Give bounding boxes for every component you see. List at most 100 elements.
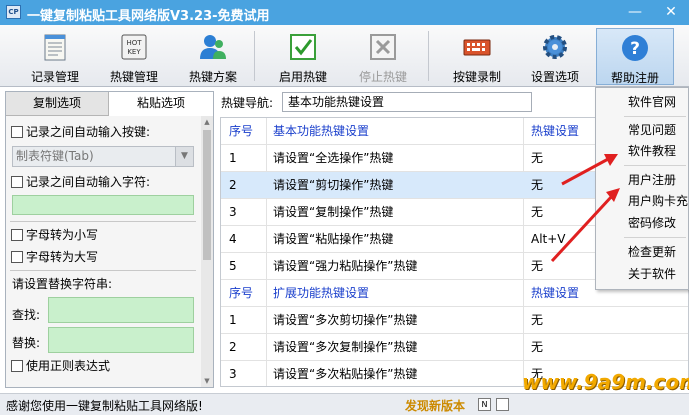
auto-key-checkbox[interactable]: 记录之间自动输入按键: [11,124,150,140]
row-hotkey: 无 [531,151,544,165]
checkbox-box[interactable] [11,229,23,241]
col-index-header: 序号 [229,124,254,138]
options-scrollbar[interactable]: ▲ ▼ [201,116,213,387]
col-hotkey-header: 热键设置 [531,286,580,300]
col-function-header: 扩展功能热键设置 [273,286,370,300]
checkbox-box[interactable] [11,126,23,138]
auto-key-select[interactable]: 制表符键(Tab) ▼ [12,146,194,167]
help-register-label: 帮助注册 [610,71,659,85]
replace-label: 替换: [12,336,41,350]
uppercase-checkbox[interactable]: 字母转为大写 [11,249,98,265]
chevron-down-icon[interactable]: ▼ [175,147,193,166]
row-hotkey: 无 [531,340,544,354]
key-record-label: 按键录制 [452,70,501,84]
help-register-button[interactable]: ? 帮助注册 [596,28,674,85]
find-label: 查找: [12,308,41,322]
menu-separator [624,237,686,238]
col-hotkey-header: 热键设置 [531,124,580,138]
replace-heading: 请设置替换字符串: [12,277,113,291]
auto-char-checkbox[interactable]: 记录之间自动输入字符: [11,174,150,190]
row-hotkey: 无 [531,313,544,327]
row-index: 1 [229,151,237,165]
new-version-link[interactable]: 发现新版本 [405,397,465,414]
gear-icon [543,35,567,59]
toolbar-separator [254,31,255,81]
hotkey-nav-label: 热键导航: [221,96,274,110]
row-function: 请设置“多次粘贴操作”热键 [273,367,418,381]
stop-x-icon [370,34,396,60]
svg-text:KEY: KEY [127,48,141,56]
table-row[interactable]: 2 请设置“多次复制操作”热键 无 [221,334,688,361]
checkmark-icon [290,34,316,60]
tab-copy-options[interactable]: 复制选项 [6,92,109,116]
enable-hotkey-button[interactable]: 启用热键 [268,28,338,85]
uppercase-label: 字母转为大写 [26,250,99,264]
regex-checkbox[interactable]: 使用正则表达式 [11,358,110,374]
hotkey-nav-select[interactable]: 基本功能热键设置 [282,92,532,112]
paste-options-body: 记录之间自动输入按键: 制表符键(Tab) ▼ 记录之间自动输入字符: 字母转为… [6,116,201,387]
row-function: 请设置“全选操作”热键 [273,151,394,165]
table-row[interactable]: 1 请设置“多次剪切操作”热键 无 [221,307,688,334]
settings-label: 设置选项 [530,70,579,84]
auto-key-value: 制表符键(Tab) [16,149,94,163]
col-function-header: 基本功能热键设置 [273,124,370,138]
auto-char-input[interactable] [12,195,194,215]
row-index: 4 [229,232,237,246]
settings-button[interactable]: 设置选项 [520,28,590,85]
row-index: 5 [229,259,237,273]
row-function: 请设置“多次剪切操作”热键 [273,313,418,327]
tab-paste-options[interactable]: 粘贴选项 [109,92,213,116]
checkbox-box[interactable] [11,251,23,263]
hotkey-manage-button[interactable]: HOT KEY 热键管理 [100,28,168,85]
menu-item-register[interactable]: 用户注册 [596,169,689,191]
row-index: 1 [229,313,237,327]
menu-item-faq[interactable]: 常见问题 [596,119,689,141]
scroll-thumb[interactable] [203,130,211,260]
toolbar-separator [428,31,429,81]
hotkey-manage-label: 热键管理 [109,70,158,84]
menu-item-official-site[interactable]: 软件官网 [596,91,689,113]
lowercase-label: 字母转为小写 [26,228,99,242]
checkbox-box[interactable] [11,360,23,372]
menu-separator [624,116,686,117]
notepad-icon [44,34,66,61]
enable-hotkey-label: 启用热键 [278,70,327,84]
menu-item-about[interactable]: 关于软件 [596,263,689,285]
menu-item-change-password[interactable]: 密码修改 [596,212,689,234]
keyboard-icon [463,39,491,56]
row-index: 3 [229,367,237,381]
minimize-button[interactable]: — [617,0,653,25]
status-message: 感谢您使用一键复制粘贴工具网络版! [6,399,203,413]
auto-char-label: 记录之间自动输入字符: [26,175,151,189]
menu-item-check-update[interactable]: 检查更新 [596,241,689,263]
stop-hotkey-label: 停止热键 [358,70,407,84]
record-manage-button[interactable]: 记录管理 [20,28,90,85]
hotkey-scheme-button[interactable]: 热键方案 [178,28,248,85]
scroll-up-icon[interactable]: ▲ [201,116,213,128]
find-input[interactable] [48,297,194,323]
record-manage-label: 记录管理 [30,70,79,84]
replace-input[interactable] [48,327,194,353]
row-hotkey: 无 [531,178,544,192]
checkbox-box[interactable] [11,176,23,188]
title-bar: CP 一键复制粘贴工具网络版V3.23-免费试用 — ✕ [0,0,689,25]
row-function: 请设置“剪切操作”热键 [273,178,394,192]
key-record-button[interactable]: 按键录制 [442,28,512,85]
close-button[interactable]: ✕ [653,0,689,25]
scroll-down-icon[interactable]: ▼ [201,375,213,387]
notify-icon[interactable]: N [478,398,491,411]
page-icon[interactable] [496,398,509,411]
app-icon: CP [6,5,21,19]
options-tabs: 复制选项 粘贴选项 [6,92,213,116]
help-icon: ? [622,35,648,61]
divider [10,221,196,222]
regex-label: 使用正则表达式 [26,359,111,373]
row-hotkey: 无 [531,205,544,219]
row-function: 请设置“强力粘贴操作”热键 [273,259,418,273]
menu-item-buy-card[interactable]: 用户购卡充 [596,190,689,212]
menu-item-tutorial[interactable]: 软件教程 [596,140,689,162]
stop-hotkey-button[interactable]: 停止热键 [348,28,418,85]
menu-separator [624,165,686,166]
lowercase-checkbox[interactable]: 字母转为小写 [11,227,98,243]
users-icon [200,35,226,59]
